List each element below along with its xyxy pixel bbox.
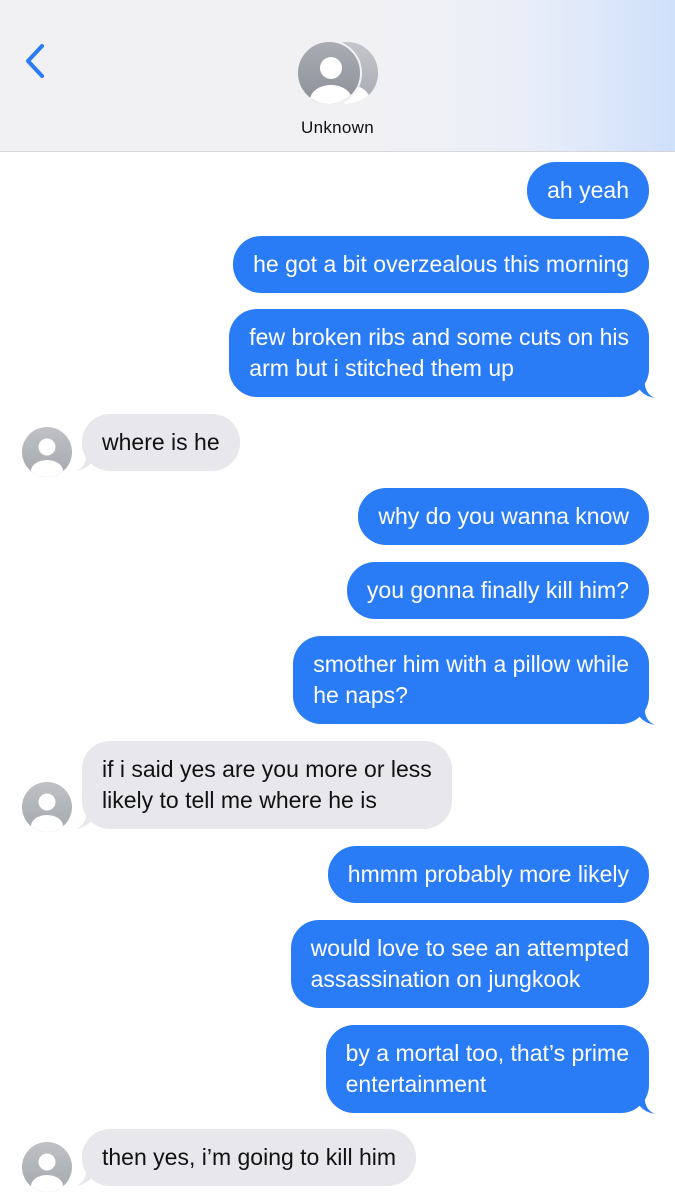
- message-line: he naps?: [313, 682, 408, 708]
- bubble-tail: [76, 808, 96, 829]
- sender-avatar[interactable]: [22, 1142, 72, 1192]
- bubble-tail: [76, 1165, 96, 1186]
- incoming-message[interactable]: where is he: [82, 414, 240, 471]
- message-line: few broken ribs and some cuts on his: [249, 324, 629, 350]
- message-line: by a mortal too, that’s prime: [345, 1040, 629, 1066]
- message-line: would love to see an attempted: [310, 935, 629, 961]
- bubble-tail: [635, 1093, 655, 1114]
- contact-name[interactable]: Unknown: [0, 118, 675, 138]
- bubble-tail: [635, 704, 655, 725]
- outgoing-message[interactable]: ah yeah: [527, 162, 649, 219]
- message-line: then yes, i’m going to kill him: [102, 1144, 397, 1170]
- message-line: likely to tell me where he is: [102, 787, 377, 813]
- message-line: assassination on jungkook: [310, 966, 581, 992]
- outgoing-message[interactable]: smother him with a pillow while he naps?: [293, 636, 649, 724]
- message-line: smother him with a pillow while: [313, 651, 629, 677]
- incoming-message[interactable]: then yes, i’m going to kill him: [82, 1129, 417, 1186]
- outgoing-message[interactable]: few broken ribs and some cuts on his arm…: [229, 309, 649, 397]
- chevron-left-icon: [26, 44, 44, 78]
- outgoing-message[interactable]: would love to see an attempted assassina…: [290, 920, 649, 1008]
- message-line: arm but i stitched them up: [249, 355, 514, 381]
- message-line: if i said yes are you more or less: [102, 756, 432, 782]
- message-line: you gonna finally kill him?: [366, 577, 629, 603]
- sender-avatar[interactable]: [22, 782, 72, 832]
- message-line: he got a bit overzealous this morning: [253, 251, 629, 277]
- contact-avatar[interactable]: [296, 40, 382, 106]
- incoming-message[interactable]: if i said yes are you more or less likel…: [82, 741, 452, 829]
- bubble-tail: [635, 377, 655, 398]
- outgoing-message[interactable]: you gonna finally kill him?: [346, 562, 649, 619]
- bubble-tail: [76, 450, 96, 471]
- message-thread[interactable]: ah yeah he got a bit overzealous this mo…: [0, 152, 675, 1200]
- conversation-header: Unknown: [0, 0, 675, 152]
- person-icon: [31, 793, 63, 832]
- person-icon: [31, 1153, 63, 1192]
- message-line: where is he: [102, 429, 220, 455]
- outgoing-message[interactable]: by a mortal too, that’s prime entertainm…: [325, 1025, 649, 1113]
- outgoing-message[interactable]: hmmm probably more likely: [327, 846, 649, 903]
- outgoing-message[interactable]: he got a bit overzealous this morning: [233, 236, 649, 293]
- back-button[interactable]: [18, 40, 54, 84]
- person-icon: [31, 438, 63, 477]
- message-line: ah yeah: [547, 177, 629, 203]
- message-line: why do you wanna know: [378, 503, 629, 529]
- avatar-front: [296, 40, 362, 106]
- message-line: entertainment: [345, 1071, 487, 1097]
- sender-avatar[interactable]: [22, 427, 72, 477]
- message-line: hmmm probably more likely: [347, 861, 629, 887]
- outgoing-message[interactable]: why do you wanna know: [358, 488, 649, 545]
